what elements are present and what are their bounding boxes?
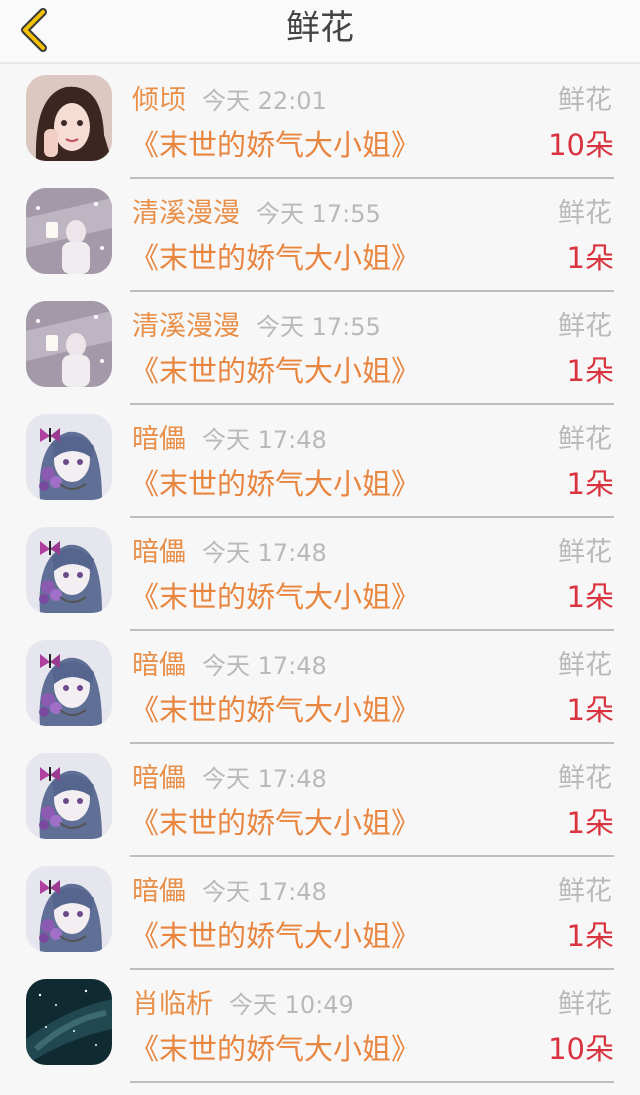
avatar[interactable]	[26, 640, 112, 726]
user-name[interactable]: 暗儡 今天 17:48	[132, 423, 327, 457]
gift-count: 1朵	[566, 354, 614, 388]
avatar[interactable]	[26, 979, 112, 1065]
user-name-text[interactable]: 清溪漫漫	[132, 311, 240, 342]
list-item[interactable]: 暗儡 今天 17:48 《末世的娇气大小姐》 鲜花 1朵	[0, 857, 640, 970]
gift-type: 鲜花	[558, 763, 612, 794]
book-title[interactable]: 《末世的娇气大小姐》	[130, 239, 420, 277]
list-item[interactable]: 肖临析 今天 10:49 《末世的娇气大小姐》 鲜花 10朵	[0, 970, 640, 1083]
avatar[interactable]	[26, 188, 112, 274]
timestamp: 今天 10:49	[229, 991, 354, 1019]
timestamp: 今天 17:55	[256, 200, 381, 228]
top-bar: 鲜花	[0, 0, 640, 64]
avatar[interactable]	[26, 414, 112, 500]
gift-count: 10朵	[548, 1032, 614, 1066]
user-name[interactable]: 清溪漫漫 今天 17:55	[132, 197, 381, 231]
list-item[interactable]: 清溪漫漫 今天 17:55 《末世的娇气大小姐》 鲜花 1朵	[0, 292, 640, 405]
user-name[interactable]: 暗儡 今天 17:48	[132, 762, 327, 796]
book-title[interactable]: 《末世的娇气大小姐》	[130, 917, 420, 955]
flower-record-list: 倾顷 今天 22:01 《末世的娇气大小姐》 鲜花 10朵 清溪漫漫 今天 17:5…	[0, 66, 640, 1095]
user-name[interactable]: 倾顷 今天 22:01	[132, 84, 327, 118]
timestamp: 今天 17:48	[202, 539, 327, 567]
user-name[interactable]: 清溪漫漫 今天 17:55	[132, 310, 381, 344]
user-name[interactable]: 暗儡 今天 17:48	[132, 536, 327, 570]
gift-type: 鲜花	[558, 424, 612, 455]
list-item[interactable]: 暗儡 今天 17:48 《末世的娇气大小姐》 鲜花 1朵	[0, 518, 640, 631]
timestamp: 今天 17:48	[202, 426, 327, 454]
user-name[interactable]: 暗儡 今天 17:48	[132, 649, 327, 683]
user-name-text[interactable]: 暗儡	[132, 650, 186, 681]
gift-type: 鲜花	[558, 311, 612, 342]
list-item[interactable]: 暗儡 今天 17:48 《末世的娇气大小姐》 鲜花 1朵	[0, 744, 640, 857]
page-title: 鲜花	[286, 8, 354, 48]
user-name-text[interactable]: 肖临析	[132, 989, 213, 1020]
timestamp: 今天 17:55	[256, 313, 381, 341]
gift-type: 鲜花	[558, 85, 612, 116]
timestamp: 今天 17:48	[202, 765, 327, 793]
book-title[interactable]: 《末世的娇气大小姐》	[130, 804, 420, 842]
user-name[interactable]: 暗儡 今天 17:48	[132, 875, 327, 909]
timestamp: 今天 17:48	[202, 878, 327, 906]
list-item[interactable]: 倾顷 今天 22:01 《末世的娇气大小姐》 鲜花 10朵	[0, 66, 640, 179]
gift-count: 1朵	[566, 467, 614, 501]
avatar[interactable]	[26, 527, 112, 613]
list-item[interactable]: 清溪漫漫 今天 17:55 《末世的娇气大小姐》 鲜花 1朵	[0, 179, 640, 292]
gift-count: 1朵	[566, 693, 614, 727]
user-name-text[interactable]: 暗儡	[132, 876, 186, 907]
timestamp: 今天 22:01	[202, 87, 327, 115]
user-name-text[interactable]: 清溪漫漫	[132, 198, 240, 229]
user-name-text[interactable]: 暗儡	[132, 424, 186, 455]
user-name[interactable]: 肖临析 今天 10:49	[132, 988, 354, 1022]
user-name-text[interactable]: 倾顷	[132, 85, 186, 116]
gift-count: 1朵	[566, 580, 614, 614]
gift-type: 鲜花	[558, 876, 612, 907]
gift-type: 鲜花	[558, 989, 612, 1020]
book-title[interactable]: 《末世的娇气大小姐》	[130, 691, 420, 729]
book-title[interactable]: 《末世的娇气大小姐》	[130, 352, 420, 390]
avatar[interactable]	[26, 866, 112, 952]
book-title[interactable]: 《末世的娇气大小姐》	[130, 126, 420, 164]
avatar[interactable]	[26, 75, 112, 161]
avatar[interactable]	[26, 753, 112, 839]
list-item[interactable]: 暗儡 今天 17:48 《末世的娇气大小姐》 鲜花 1朵	[0, 631, 640, 744]
gift-count: 10朵	[548, 128, 614, 162]
list-item-partial[interactable]	[0, 1083, 640, 1095]
gift-count: 1朵	[566, 919, 614, 953]
gift-type: 鲜花	[558, 198, 612, 229]
gift-type: 鲜花	[558, 650, 612, 681]
gift-count: 1朵	[566, 806, 614, 840]
avatar[interactable]	[26, 301, 112, 387]
timestamp: 今天 17:48	[202, 652, 327, 680]
book-title[interactable]: 《末世的娇气大小姐》	[130, 1030, 420, 1068]
book-title[interactable]: 《末世的娇气大小姐》	[130, 578, 420, 616]
gift-count: 1朵	[566, 241, 614, 275]
book-title[interactable]: 《末世的娇气大小姐》	[130, 465, 420, 503]
gift-type: 鲜花	[558, 537, 612, 568]
list-item[interactable]: 暗儡 今天 17:48 《末世的娇气大小姐》 鲜花 1朵	[0, 405, 640, 518]
user-name-text[interactable]: 暗儡	[132, 763, 186, 794]
user-name-text[interactable]: 暗儡	[132, 537, 186, 568]
